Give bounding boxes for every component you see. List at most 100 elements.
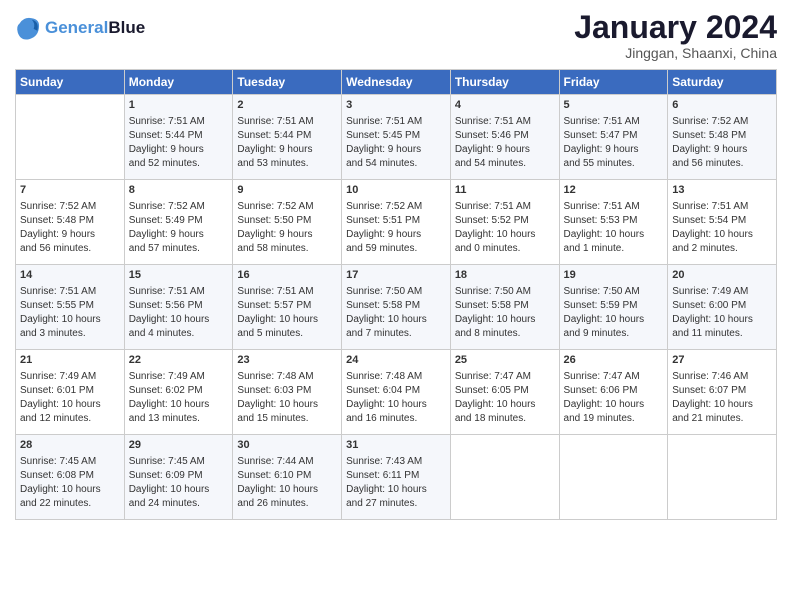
day-info: Daylight: 10 hours	[672, 398, 772, 412]
day-info: and 9 minutes.	[564, 327, 664, 341]
weekday-header-wednesday: Wednesday	[342, 70, 451, 95]
day-number: 30	[237, 438, 337, 453]
day-info: Sunrise: 7:51 AM	[20, 285, 120, 299]
day-number: 3	[346, 98, 446, 113]
day-info: Sunrise: 7:48 AM	[237, 370, 337, 384]
day-info: and 8 minutes.	[455, 327, 555, 341]
calendar-cell: 1 Sunrise: 7:51 AMSunset: 5:44 PMDaylight…	[124, 95, 233, 180]
day-info: Sunrise: 7:51 AM	[564, 200, 664, 214]
day-info: Sunrise: 7:51 AM	[346, 115, 446, 129]
day-info: Sunset: 6:08 PM	[20, 469, 120, 483]
calendar-cell: 28Sunrise: 7:45 AMSunset: 6:08 PMDayligh…	[16, 435, 125, 520]
day-info: and 55 minutes.	[564, 157, 664, 171]
calendar-cell: 9Sunrise: 7:52 AMSunset: 5:50 PMDaylight…	[233, 180, 342, 265]
day-info: Daylight: 10 hours	[20, 483, 120, 497]
calendar-cell: 15Sunrise: 7:51 AMSunset: 5:56 PMDayligh…	[124, 265, 233, 350]
weekday-header-tuesday: Tuesday	[233, 70, 342, 95]
calendar-cell: 25Sunrise: 7:47 AMSunset: 6:05 PMDayligh…	[450, 350, 559, 435]
calendar-cell: 14 Sunrise: 7:51 AMSunset: 5:55 PMDayligh…	[16, 265, 125, 350]
day-info: and 18 minutes.	[455, 412, 555, 426]
day-info: and 1 minute.	[564, 242, 664, 256]
day-info: Daylight: 9 hours	[564, 143, 664, 157]
day-info: Sunset: 5:44 PM	[129, 129, 229, 143]
day-info: Sunrise: 7:47 AM	[564, 370, 664, 384]
calendar-cell	[668, 435, 777, 520]
day-info: Daylight: 10 hours	[346, 483, 446, 497]
day-number: 1	[129, 98, 229, 113]
day-info: Sunset: 5:50 PM	[237, 214, 337, 228]
day-info: Daylight: 9 hours	[129, 143, 229, 157]
day-info: Daylight: 10 hours	[20, 313, 120, 327]
logo-blue: Blue	[108, 18, 145, 37]
day-info: Sunrise: 7:44 AM	[237, 455, 337, 469]
calendar-cell: 8Sunrise: 7:52 AMSunset: 5:49 PMDaylight…	[124, 180, 233, 265]
day-info: and 54 minutes.	[346, 157, 446, 171]
calendar-table: SundayMondayTuesdayWednesdayThursdayFrid…	[15, 69, 777, 520]
day-info: Sunset: 5:55 PM	[20, 299, 120, 313]
day-info: Sunset: 5:52 PM	[455, 214, 555, 228]
day-info: Sunrise: 7:52 AM	[20, 200, 120, 214]
day-info: and 59 minutes.	[346, 242, 446, 256]
day-info: Sunrise: 7:51 AM	[129, 115, 229, 129]
day-info: Daylight: 10 hours	[455, 313, 555, 327]
day-info: Daylight: 10 hours	[455, 228, 555, 242]
day-info: and 3 minutes.	[20, 327, 120, 341]
day-info: Daylight: 9 hours	[20, 228, 120, 242]
calendar-cell: 5Sunrise: 7:51 AMSunset: 5:47 PMDaylight…	[559, 95, 668, 180]
calendar-week-row: 7Sunrise: 7:52 AMSunset: 5:48 PMDaylight…	[16, 180, 777, 265]
day-info: Sunset: 6:11 PM	[346, 469, 446, 483]
day-info: and 22 minutes.	[20, 497, 120, 511]
day-info: Sunrise: 7:49 AM	[20, 370, 120, 384]
weekday-header-thursday: Thursday	[450, 70, 559, 95]
day-info: Sunrise: 7:51 AM	[237, 285, 337, 299]
day-info: Daylight: 10 hours	[564, 398, 664, 412]
day-number: 22	[129, 353, 229, 368]
calendar-cell: 17Sunrise: 7:50 AMSunset: 5:58 PMDayligh…	[342, 265, 451, 350]
day-info: Sunset: 5:56 PM	[129, 299, 229, 313]
day-info: Daylight: 10 hours	[129, 483, 229, 497]
day-number: 14	[20, 268, 120, 283]
day-info: Sunrise: 7:46 AM	[672, 370, 772, 384]
calendar-cell: 26Sunrise: 7:47 AMSunset: 6:06 PMDayligh…	[559, 350, 668, 435]
day-info: Sunset: 5:47 PM	[564, 129, 664, 143]
calendar-week-row: 1Sunrise: 7:51 AMSunset: 5:44 PMDaylight…	[16, 95, 777, 180]
day-info: Sunrise: 7:52 AM	[129, 200, 229, 214]
day-number: 20	[672, 268, 772, 283]
day-info: Daylight: 10 hours	[237, 313, 337, 327]
weekday-header-row: SundayMondayTuesdayWednesdayThursdayFrid…	[16, 70, 777, 95]
day-info: Sunrise: 7:50 AM	[346, 285, 446, 299]
day-info: and 57 minutes.	[129, 242, 229, 256]
calendar-cell: 12Sunrise: 7:51 AMSunset: 5:53 PMDayligh…	[559, 180, 668, 265]
day-info: Sunset: 5:57 PM	[237, 299, 337, 313]
day-info: Daylight: 9 hours	[129, 228, 229, 242]
day-info: Sunrise: 7:51 AM	[455, 115, 555, 129]
day-number: 31	[346, 438, 446, 453]
logo-icon	[15, 14, 43, 42]
day-info: Daylight: 10 hours	[564, 228, 664, 242]
day-info: and 11 minutes.	[672, 327, 772, 341]
calendar-cell: 27Sunrise: 7:46 AMSunset: 6:07 PMDayligh…	[668, 350, 777, 435]
day-info: Daylight: 9 hours	[346, 228, 446, 242]
day-number: 18	[455, 268, 555, 283]
day-info: Sunset: 6:04 PM	[346, 384, 446, 398]
day-info: and 13 minutes.	[129, 412, 229, 426]
day-info: Sunrise: 7:45 AM	[129, 455, 229, 469]
calendar-cell: 4Sunrise: 7:51 AMSunset: 5:46 PMDaylight…	[450, 95, 559, 180]
month-title: January 2024	[574, 10, 777, 45]
day-info: Sunrise: 7:50 AM	[564, 285, 664, 299]
calendar-cell: 30Sunrise: 7:44 AMSunset: 6:10 PMDayligh…	[233, 435, 342, 520]
day-info: Sunset: 6:10 PM	[237, 469, 337, 483]
day-number: 16	[237, 268, 337, 283]
day-number: 26	[564, 353, 664, 368]
day-info: Sunset: 6:05 PM	[455, 384, 555, 398]
calendar-header: SundayMondayTuesdayWednesdayThursdayFrid…	[16, 70, 777, 95]
day-info: and 7 minutes.	[346, 327, 446, 341]
day-info: Sunrise: 7:51 AM	[672, 200, 772, 214]
day-info: Daylight: 10 hours	[346, 313, 446, 327]
weekday-header-friday: Friday	[559, 70, 668, 95]
day-number: 7	[20, 183, 120, 198]
logo: GeneralBlue	[15, 14, 145, 42]
header: GeneralBlue January 2024 Jinggan, Shaanx…	[15, 10, 777, 61]
day-number: 25	[455, 353, 555, 368]
day-info: and 0 minutes.	[455, 242, 555, 256]
